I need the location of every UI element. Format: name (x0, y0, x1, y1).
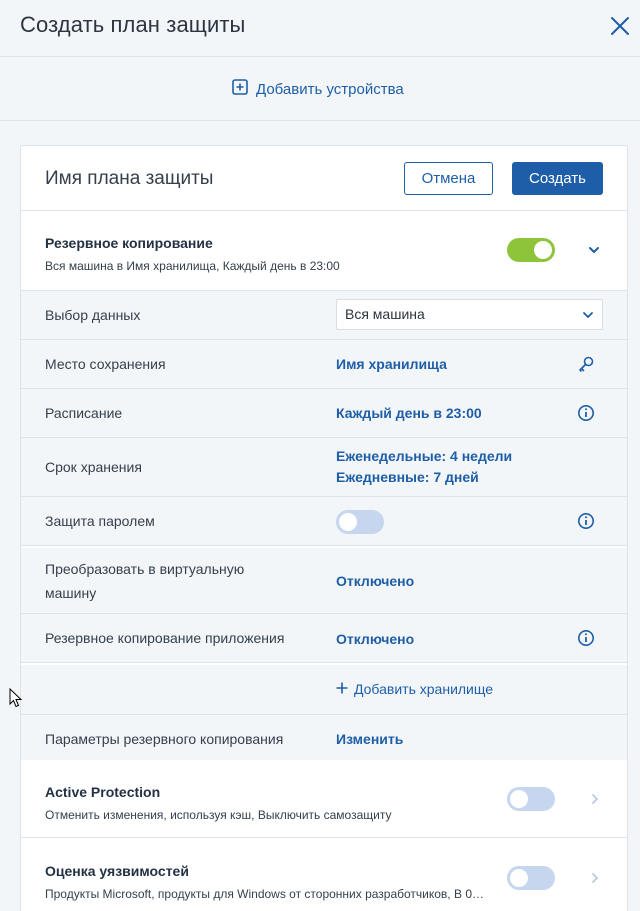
cancel-button[interactable]: Отмена (404, 162, 493, 195)
password-toggle[interactable] (336, 510, 384, 534)
add-storage-label: Добавить хранилище (354, 681, 494, 697)
retention-weekly: Еженедельные: 4 недели (336, 448, 513, 464)
data-selection-select[interactable]: Вся машина (336, 299, 603, 330)
row-backup-options: Параметры резервного копирования Изменит… (21, 715, 627, 764)
vulnerability-title: Оценка уязвимостей (45, 863, 189, 879)
destination-label: Место сохранения (45, 356, 166, 372)
schedule-value[interactable]: Каждый день в 23:00 (336, 403, 482, 424)
mouse-cursor-icon (9, 687, 23, 713)
retention-value[interactable]: Еженедельные: 4 недели Ежедневные: 7 дне… (336, 446, 512, 488)
data-selection-label: Выбор данных (45, 307, 141, 323)
plan-header: Имя плана защиты Отмена Создать (21, 146, 627, 211)
convert-vm-label: Преобразовать в виртуальную машину (45, 561, 245, 601)
add-devices-bar: Добавить устройства (0, 57, 640, 121)
backup-toggle[interactable] (507, 238, 555, 262)
chevron-down-icon[interactable] (587, 243, 601, 262)
key-icon[interactable] (577, 355, 595, 373)
app-backup-value[interactable]: Отключено (336, 629, 414, 650)
backup-section: Резервное копирование Вся машина в Имя х… (21, 211, 627, 291)
vulnerability-section[interactable]: Оценка уязвимостей Продукты Microsoft, п… (21, 838, 627, 911)
row-password: Защита паролем (21, 497, 627, 546)
add-storage-link[interactable]: Добавить хранилище (336, 679, 493, 700)
info-icon[interactable] (577, 512, 595, 530)
dialog-header: Создать план защиты (0, 0, 640, 57)
schedule-label: Расписание (45, 405, 123, 421)
row-data-selection: Выбор данных Вся машина (21, 291, 627, 340)
active-protection-section[interactable]: Active Protection Отменить изменения, ис… (21, 760, 627, 838)
chevron-right-icon (588, 792, 602, 806)
backup-title: Резервное копирование (45, 235, 213, 251)
dialog-title: Создать план защиты (20, 12, 246, 37)
retention-daily: Ежедневные: 7 дней (336, 469, 479, 485)
row-destination: Место сохранения Имя хранилища (21, 340, 627, 389)
chevron-right-icon (588, 871, 602, 885)
chevron-down-icon (583, 312, 593, 319)
close-icon[interactable] (606, 12, 634, 40)
app-backup-label: Резервное копирование приложения (45, 630, 285, 646)
active-protection-subtitle: Отменить изменения, используя кэш, Выклю… (45, 808, 392, 822)
vulnerability-toggle[interactable] (507, 866, 555, 890)
data-selection-value: Вся машина (345, 306, 425, 322)
row-add-storage: Добавить хранилище (21, 665, 627, 715)
plus-box-icon (232, 79, 248, 99)
add-devices-label: Добавить устройства (256, 80, 404, 98)
active-protection-toggle[interactable] (507, 787, 555, 811)
password-label: Защита паролем (45, 513, 155, 529)
row-schedule: Расписание Каждый день в 23:00 (21, 389, 627, 438)
add-devices-link[interactable]: Добавить устройства (232, 79, 404, 99)
plus-icon (336, 679, 348, 700)
plan-name[interactable]: Имя плана защиты (45, 168, 213, 190)
info-icon[interactable] (577, 629, 595, 647)
row-app-backup: Резервное копирование приложения Отключе… (21, 614, 627, 663)
backup-options-value[interactable]: Изменить (336, 729, 403, 750)
convert-vm-value[interactable]: Отключено (336, 571, 414, 592)
retention-label: Срок хранения (45, 459, 142, 475)
plan-card: Имя плана защиты Отмена Создать Резервно… (20, 145, 628, 911)
vulnerability-subtitle: Продукты Microsoft, продукты для Windows… (45, 887, 484, 901)
create-button[interactable]: Создать (512, 162, 603, 195)
backup-subtitle: Вся машина в Имя хранилища, Каждый день … (45, 259, 340, 273)
destination-value[interactable]: Имя хранилища (336, 354, 447, 375)
row-retention: Срок хранения Еженедельные: 4 недели Еже… (21, 438, 627, 497)
active-protection-title: Active Protection (45, 784, 161, 800)
row-convert-vm: Преобразовать в виртуальную машину Отклю… (21, 548, 627, 614)
info-icon[interactable] (577, 404, 595, 422)
backup-options-label: Параметры резервного копирования (45, 731, 284, 747)
